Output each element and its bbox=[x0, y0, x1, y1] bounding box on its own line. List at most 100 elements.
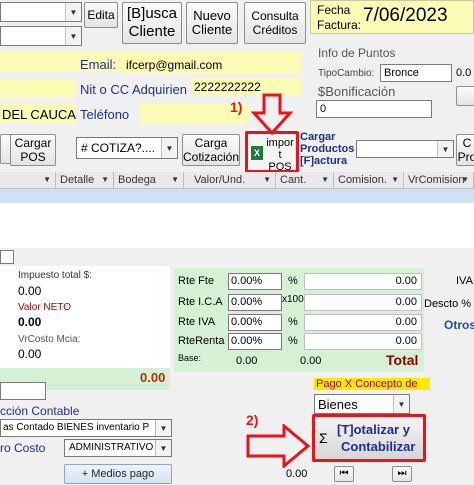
chevron-down-icon: ▼ bbox=[437, 141, 453, 157]
rte-ica-pct[interactable]: 0.00% bbox=[228, 294, 282, 311]
descto-label: Descto % bbox=[424, 298, 472, 310]
chevron-down-icon: ▼ bbox=[461, 175, 469, 184]
info-puntos-panel: Info de Puntos TipoCambio: Bronce 0.0 $B… bbox=[310, 42, 474, 122]
rte-fte-label: Rte Fte bbox=[178, 275, 215, 287]
vrcosto-value: 0.00 bbox=[18, 347, 42, 361]
tipo-cambio-label: TipoCambio: bbox=[318, 68, 375, 79]
fecha-value[interactable]: 7/06/2023 bbox=[363, 5, 448, 27]
cargar-productos-label[interactable]: Cargar Productos [F]actura bbox=[300, 131, 356, 167]
rte-iva-pct-symbol: % bbox=[288, 316, 298, 328]
chevron-down-icon: ▼ bbox=[43, 175, 51, 184]
vrcosto-label: VrCosto Mcia: bbox=[18, 334, 81, 345]
chevron-down-icon: ▼ bbox=[161, 138, 177, 158]
grid-header-blank: ▼ bbox=[0, 172, 56, 189]
sigma-icon: Σ bbox=[319, 430, 328, 446]
grid-header-vrcomision[interactable]: VrComision ▼ bbox=[404, 172, 474, 189]
nav-last-button[interactable]: ⏭ bbox=[392, 466, 412, 482]
green-total-value: 0.00 bbox=[140, 370, 166, 385]
import-pos-button[interactable]: X impor t POS bbox=[245, 131, 299, 173]
valor-neto-value: 0.00 bbox=[18, 315, 42, 329]
rte-fte-pct-symbol: % bbox=[288, 275, 298, 287]
email-field[interactable]: ifcerp@gmail.com bbox=[122, 56, 302, 74]
rte-renta-label: RteRenta bbox=[178, 335, 225, 347]
step1-annotation: 1) bbox=[230, 99, 243, 115]
telefono-label: Teléfono bbox=[80, 107, 130, 122]
rte-ica-label: Rte I.C.A bbox=[178, 296, 223, 308]
carga-cotizacion-button[interactable]: Carga Cotización bbox=[182, 134, 240, 166]
chevron-down-icon: ▼ bbox=[155, 420, 171, 436]
cotiza-combo[interactable]: # COTIZA?.... ▼ bbox=[76, 137, 178, 159]
impuesto-total-value: 0.00 bbox=[18, 284, 42, 298]
productos-combo[interactable]: ▼ bbox=[356, 140, 454, 158]
excel-icon: X bbox=[251, 146, 263, 160]
rte-fte-pct[interactable]: 0.00% bbox=[228, 273, 282, 290]
rte-fte-value: 0.00 bbox=[304, 273, 422, 290]
rte-ica-value: 0.00 bbox=[304, 294, 422, 311]
centro-costo-label: ro Costo bbox=[0, 441, 46, 455]
iva-label: IVA bbox=[456, 275, 473, 287]
grid-header-detalle[interactable]: Detalle ▼ bbox=[56, 172, 114, 189]
fecha-factura-box: Fecha Factura: 7/06/2023 bbox=[310, 0, 474, 34]
otros-label: Otros bbox=[444, 318, 474, 332]
down-arrow-icon bbox=[250, 93, 294, 136]
chevron-down-icon: ▼ bbox=[393, 395, 409, 413]
left-bottom-field[interactable] bbox=[0, 382, 46, 400]
accion-contable-combo[interactable]: as Contado BIENES inventario P ▼ bbox=[0, 419, 172, 437]
bottom-total-value: 0.00 bbox=[286, 468, 308, 480]
nuevo-cliente-button[interactable]: Nuevo Cliente bbox=[186, 2, 238, 44]
factura-label: Factura: bbox=[317, 18, 362, 32]
consulta-creditos-button[interactable]: Consulta Créditos bbox=[244, 2, 306, 44]
total-label: Total bbox=[386, 352, 419, 368]
centro-costo-combo[interactable]: ADMINISTRATIVO ▼ bbox=[64, 439, 172, 457]
bottom-small-field[interactable] bbox=[0, 250, 14, 264]
chevron-down-icon: ▼ bbox=[155, 440, 171, 456]
grid-header-valor[interactable]: Valor/Und. ▼ bbox=[184, 172, 276, 189]
chevron-down-icon: ▼ bbox=[263, 175, 271, 184]
rte-renta-pct-symbol: % bbox=[288, 335, 298, 347]
grid-header-cant[interactable]: Cant. ▼ bbox=[276, 172, 334, 189]
first-icon: ⏮ bbox=[339, 468, 349, 479]
pago-concepto-combo[interactable]: Bienes ▼ bbox=[314, 394, 410, 414]
cargar-pos-button[interactable]: Cargar POS bbox=[10, 134, 56, 166]
accion-contable-label: cción Contable bbox=[0, 404, 80, 418]
impuesto-total-label: Impuesto total $: bbox=[18, 270, 92, 281]
info-puntos-title: Info de Puntos bbox=[318, 46, 396, 60]
right-arrow-icon bbox=[246, 424, 311, 468]
nav-first-button[interactable]: ⏮ bbox=[334, 466, 354, 482]
fecha-label: Fecha bbox=[317, 3, 351, 17]
bonificacion-field[interactable]: 0 bbox=[316, 100, 432, 118]
tipo-cambio-extra: 0.0 bbox=[456, 67, 472, 79]
tipo-cambio-field[interactable]: Bronce bbox=[380, 64, 452, 82]
base-value-1: 0.00 bbox=[236, 355, 258, 367]
grid-header-bodega[interactable]: Bodega ▼ bbox=[114, 172, 184, 189]
base-value-2: 0.00 bbox=[300, 355, 322, 367]
rte-iva-pct[interactable]: 0.00% bbox=[228, 314, 282, 331]
nit-label: Nit o CC Adquirien bbox=[80, 82, 187, 97]
last-icon: ⏭ bbox=[397, 468, 407, 479]
grid-header-comision[interactable]: Comision. ▼ bbox=[334, 172, 404, 189]
table-row[interactable] bbox=[0, 189, 474, 203]
top-left-combo-2[interactable]: ▼ bbox=[0, 26, 82, 46]
chevron-down-icon: ▼ bbox=[391, 175, 399, 184]
rte-iva-value: 0.00 bbox=[304, 314, 422, 331]
ciudad-field[interactable]: DEL CAUCA bbox=[0, 104, 76, 124]
puntos-side-button[interactable] bbox=[456, 86, 474, 106]
pago-concepto-label: Pago X Concepto de bbox=[314, 378, 430, 390]
medios-pago-button[interactable]: + Medios pago bbox=[64, 464, 172, 484]
rte-renta-pct[interactable]: 0.00% bbox=[228, 333, 282, 350]
rte-renta-value: 0.00 bbox=[304, 333, 422, 350]
chevron-down-icon: ▼ bbox=[65, 3, 81, 21]
chevron-down-icon: ▼ bbox=[171, 175, 179, 184]
totalizar-contabilizar-button[interactable]: Σ [T]otalizar y Contabilizar bbox=[312, 414, 426, 462]
buscar-cliente-button[interactable]: [B]usca Cliente bbox=[122, 2, 182, 44]
c-pro-button[interactable]: C Pro bbox=[456, 134, 474, 166]
address-field[interactable] bbox=[0, 80, 76, 98]
top-left-combo-1[interactable]: ▼ bbox=[0, 2, 82, 22]
bonificacion-label: $Bonificación bbox=[318, 84, 396, 99]
base-label: Base: bbox=[178, 353, 202, 363]
email-label: Email: bbox=[80, 57, 117, 72]
edita-button[interactable]: Edita bbox=[84, 2, 118, 28]
chevron-down-icon: ▼ bbox=[321, 175, 329, 184]
chevron-down-icon: ▼ bbox=[65, 27, 81, 45]
rte-iva-label: Rte IVA bbox=[178, 316, 216, 328]
